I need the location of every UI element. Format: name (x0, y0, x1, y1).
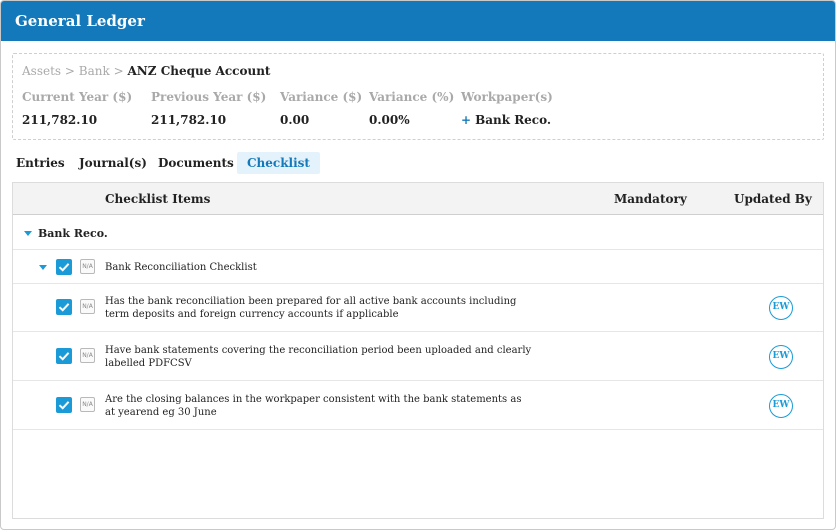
window-title: General Ledger (1, 1, 835, 41)
header-checklist-items[interactable]: Checklist Items (105, 183, 210, 215)
variance-value: 0.00 (280, 113, 310, 127)
collapse-caret-icon[interactable] (24, 231, 32, 236)
checkbox-checked[interactable] (56, 348, 72, 364)
header-updated-by[interactable]: Updated By (734, 183, 812, 215)
checklist-item-text: Are the closing balances in the workpape… (105, 393, 521, 419)
checkbox-checked[interactable] (56, 259, 72, 275)
tab-journals[interactable]: Journal(s) (79, 152, 147, 174)
checklist-item-text: Has the bank reconciliation been prepare… (105, 295, 516, 321)
breadcrumb-separator: > (113, 64, 124, 78)
checkbox-checked[interactable] (56, 299, 72, 315)
item-text-line: Are the closing balances in the workpape… (105, 394, 522, 405)
na-toggle[interactable]: N/A (80, 397, 95, 412)
variance-pct-label: Variance (%) (369, 90, 455, 104)
workpaper-link[interactable]: + Bank Reco. (461, 113, 553, 127)
tab-documents[interactable]: Documents (158, 152, 234, 174)
account-summary-panel: Assets > Bank > ANZ Cheque Account Curre… (12, 53, 824, 140)
tab-checklist[interactable]: Checklist (237, 152, 320, 174)
item-text-line: labelled PDFCSV (105, 358, 192, 369)
breadcrumb: Assets > Bank > ANZ Cheque Account (22, 64, 270, 78)
checklist-title: Bank Reconciliation Checklist (105, 262, 257, 273)
workpaper-bank-reco[interactable]: Bank Reco. (475, 113, 551, 127)
updated-by-avatar[interactable]: EW (769, 296, 793, 320)
item-text-line: term deposits and foreign currency accou… (105, 309, 399, 320)
checklist-item-row: N/A Are the closing balances in the work… (13, 381, 823, 430)
current-year-column: Current Year ($) 211,782.10 (22, 90, 132, 127)
header-mandatory[interactable]: Mandatory (614, 183, 687, 215)
add-workpaper-icon[interactable]: + (461, 113, 471, 127)
na-toggle[interactable]: N/A (80, 299, 95, 314)
current-year-value: 211,782.10 (22, 113, 98, 127)
previous-year-column: Previous Year ($) 211,782.10 (151, 90, 266, 127)
na-toggle[interactable]: N/A (80, 348, 95, 363)
checklist-grid: Checklist Items Mandatory Updated By Ban… (12, 182, 824, 519)
tab-entries[interactable]: Entries (16, 152, 65, 174)
general-ledger-window: General Ledger Assets > Bank > ANZ Chequ… (0, 0, 836, 530)
breadcrumb-assets[interactable]: Assets (22, 64, 61, 78)
grid-header: Checklist Items Mandatory Updated By (13, 183, 823, 215)
item-text-line: Have bank statements covering the reconc… (105, 345, 532, 356)
checkbox-checked[interactable] (56, 397, 72, 413)
variance-column: Variance ($) 0.00 (280, 90, 362, 127)
variance-label: Variance ($) (280, 90, 363, 104)
current-year-label: Current Year ($) (22, 90, 133, 104)
checklist-item-text: Have bank statements covering the reconc… (105, 344, 531, 370)
collapse-caret-icon[interactable] (39, 265, 47, 270)
variance-pct-value: 0.00% (369, 113, 410, 127)
checklist-item-row: N/A Have bank statements covering the re… (13, 332, 823, 381)
breadcrumb-separator: > (64, 64, 75, 78)
item-text-line: at yearend eg 30 June (105, 407, 217, 418)
updated-by-avatar[interactable]: EW (769, 345, 793, 369)
item-text-line: Has the bank reconciliation been prepare… (105, 296, 517, 307)
checklist-parent-row: N/A Bank Reconciliation Checklist (13, 250, 823, 284)
variance-pct-column: Variance (%) 0.00% (369, 90, 454, 127)
workpapers-label: Workpaper(s) (461, 90, 553, 104)
na-toggle[interactable]: N/A (80, 259, 95, 274)
previous-year-value: 211,782.10 (151, 113, 227, 127)
breadcrumb-current-account: ANZ Cheque Account (127, 64, 271, 78)
previous-year-label: Previous Year ($) (151, 90, 267, 104)
updated-by-avatar[interactable]: EW (769, 394, 793, 418)
breadcrumb-bank[interactable]: Bank (79, 64, 110, 78)
workpapers-column: Workpaper(s) + Bank Reco. (461, 90, 553, 127)
group-row-bank-reco[interactable]: Bank Reco. (13, 216, 823, 250)
checklist-item-row: N/A Has the bank reconciliation been pre… (13, 284, 823, 332)
group-label: Bank Reco. (38, 227, 108, 240)
